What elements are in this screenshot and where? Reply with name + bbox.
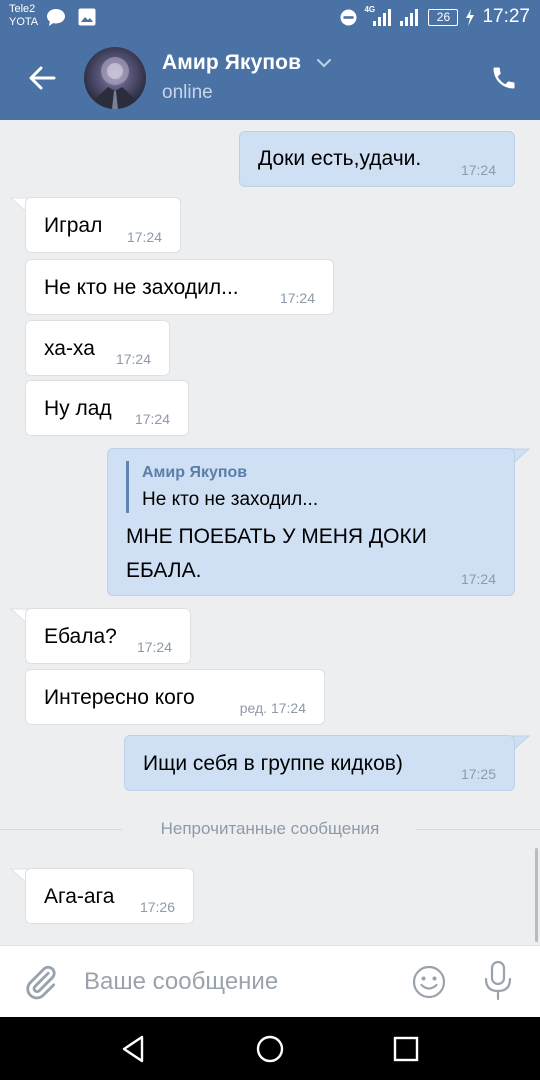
message-time: ред. 17:24 [239, 700, 306, 716]
status-right: 4G 26 17:27 [340, 5, 530, 28]
message-time: 17:24 [134, 411, 170, 427]
message-time: 17:24 [460, 571, 496, 587]
back-button[interactable] [22, 60, 62, 96]
message-text: Не кто не заходил... [44, 276, 239, 299]
call-button[interactable] [486, 60, 522, 96]
attach-button[interactable] [22, 963, 60, 1001]
message-text: Ищи себя в группе кидков) [143, 752, 403, 775]
message-bubble-incoming[interactable]: Интересно кого ред. 17:24 [25, 669, 325, 725]
image-icon [78, 8, 96, 26]
emoji-icon [412, 965, 446, 999]
message-time: 17:24 [279, 290, 315, 306]
back-arrow-icon [29, 66, 56, 90]
message-text: Интересно кого [44, 686, 195, 709]
carrier-line1: Tele2 [9, 3, 36, 15]
microphone-icon [484, 960, 512, 1001]
message-text: Ага-ага [44, 885, 115, 908]
message-time: 17:26 [139, 899, 175, 915]
message-text: Ну лад [44, 397, 112, 420]
message-time: 17:25 [460, 766, 496, 782]
message-bubble-incoming[interactable]: Не кто не заходил... 17:24 [25, 259, 334, 315]
message-bubble-outgoing[interactable]: Доки есть,удачи. 17:24 [239, 131, 515, 187]
system-navigation-bar [0, 1017, 540, 1080]
message-bubble-incoming[interactable]: Ну лад 17:24 [25, 380, 189, 436]
chat-header: Амир Якупов online [0, 36, 540, 120]
emoji-button[interactable] [410, 963, 448, 1001]
message-text-line2: ЕБАЛА. [126, 559, 202, 582]
message-time: 17:24 [126, 229, 162, 245]
reply-quote-bar [126, 461, 129, 513]
battery-icon: 26 [428, 8, 459, 26]
message-bubble-incoming[interactable]: Ага-ага 17:26 [25, 868, 194, 924]
message-text: Играл [44, 214, 103, 237]
reply-text: Не кто не заходил... [142, 489, 319, 510]
nav-back-icon[interactable] [118, 1033, 150, 1065]
signal-4g-icon: 4G [364, 5, 392, 27]
message-bubble-incoming[interactable]: Ебала? 17:24 [25, 608, 191, 664]
nav-recents-icon[interactable] [390, 1033, 422, 1065]
voice-message-button[interactable] [480, 960, 516, 1002]
chevron-down-icon[interactable] [316, 58, 332, 68]
charging-icon [466, 8, 475, 26]
unread-divider: Непрочитанные сообщения [0, 818, 540, 840]
divider-line-right [416, 829, 540, 830]
contact-name[interactable]: Амир Якупов [162, 51, 301, 75]
paperclip-icon [26, 965, 56, 1000]
message-text: Доки есть,удачи. [258, 147, 422, 170]
message-bubble-outgoing-reply[interactable]: Амир Якупов Не кто не заходил... МНЕ ПОЕ… [107, 448, 515, 596]
status-bar: Tele2 YOTA 4G 26 17:27 [0, 0, 540, 36]
carrier-line2: YOTA [9, 16, 39, 28]
nav-home-icon[interactable] [254, 1033, 286, 1065]
message-text: Ебала? [44, 625, 117, 648]
chat-bubble-icon [47, 9, 65, 26]
message-input[interactable] [84, 964, 394, 1000]
message-composer [0, 945, 540, 1017]
message-bubble-incoming[interactable]: ха-ха 17:24 [25, 320, 170, 376]
signal-icon [400, 8, 419, 26]
reply-author[interactable]: Амир Якупов [142, 464, 247, 482]
message-bubble-outgoing[interactable]: Ищи себя в группе кидков) 17:25 [124, 735, 515, 791]
message-time: 17:24 [136, 639, 172, 655]
message-bubble-incoming[interactable]: Играл 17:24 [25, 197, 181, 253]
status-time: 17:27 [482, 6, 530, 27]
contact-status: online [162, 82, 213, 103]
avatar[interactable] [84, 47, 146, 109]
carrier-label: Tele2 YOTA [9, 3, 38, 29]
message-time: 17:24 [115, 351, 151, 367]
do-not-disturb-icon [340, 9, 357, 25]
message-text-line1: МНЕ ПОЕБАТЬ У МЕНЯ ДОКИ [126, 525, 427, 548]
scrollbar[interactable] [535, 848, 538, 942]
phone-icon [493, 67, 515, 89]
message-time: 17:24 [460, 162, 496, 178]
message-text: ха-ха [44, 337, 95, 360]
